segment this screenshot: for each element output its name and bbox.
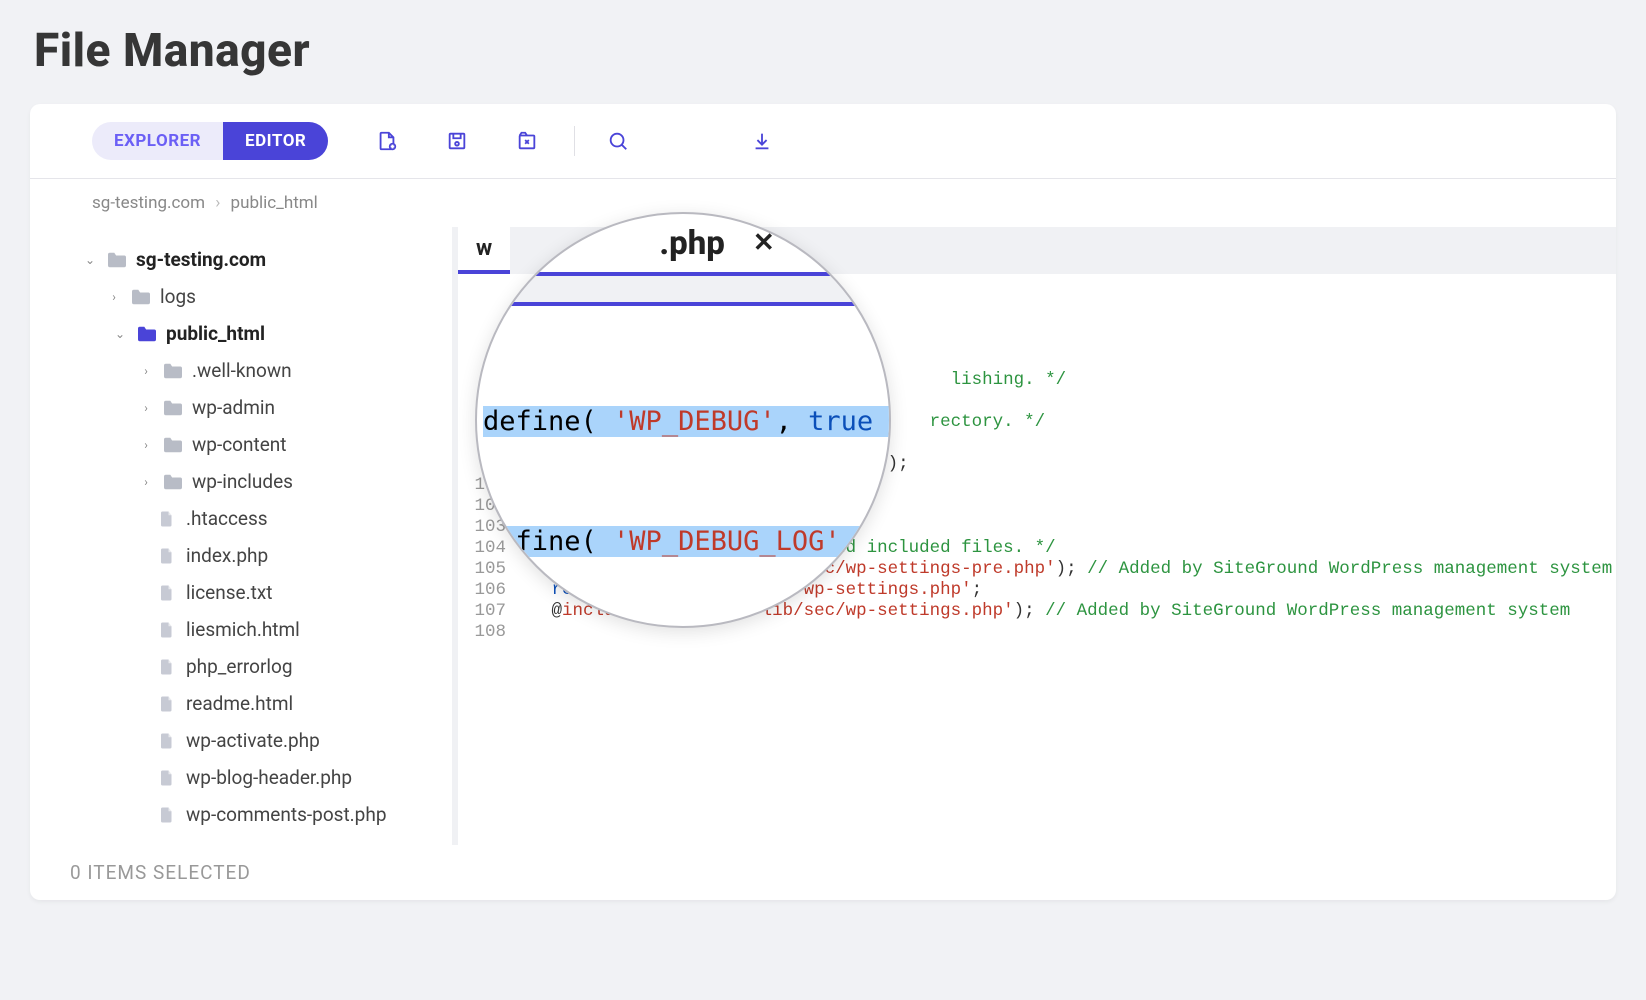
tree-label: index.php (186, 544, 268, 567)
file-icon (156, 732, 178, 750)
chevron-right-icon: › (138, 475, 154, 489)
breadcrumb-root[interactable]: sg-testing.com (92, 193, 205, 213)
folder-icon (162, 436, 184, 454)
tree-file[interactable]: wp-comments-post.php (38, 796, 452, 833)
chevron-right-icon: › (138, 364, 154, 378)
tree-file[interactable]: liesmich.html (38, 611, 452, 648)
tree-file[interactable]: index.php (38, 537, 452, 574)
tree-folder[interactable]: › wp-admin (38, 389, 452, 426)
tree-label: liesmich.html (186, 618, 300, 641)
folder-icon (162, 362, 184, 380)
file-tab[interactable]: w (458, 227, 510, 274)
breadcrumb-sep: › (215, 193, 220, 213)
download-icon[interactable] (751, 130, 773, 152)
magnified-prefix: w (489, 275, 507, 303)
tree-root[interactable]: ⌄ sg-testing.com (38, 241, 452, 278)
tree-folder[interactable]: › wp-content (38, 426, 452, 463)
file-icon (156, 621, 178, 639)
folder-icon (162, 399, 184, 417)
tree-folder[interactable]: › .well-known (38, 352, 452, 389)
magnified-gutter: 10 (483, 528, 502, 549)
magnifier-overlay: .php ✕ w define( 'WP_DEBUG', true ); def… (475, 212, 891, 628)
close-file-icon[interactable] (516, 130, 538, 152)
tree-label: wp-content (192, 433, 286, 456)
folder-icon (162, 473, 184, 491)
tree-file[interactable]: readme.html (38, 685, 452, 722)
status-bar: 0 ITEMS SELECTED (30, 845, 1616, 900)
chevron-right-icon: › (138, 401, 154, 415)
tree-file[interactable]: .htaccess (38, 500, 452, 537)
file-icon (156, 510, 178, 528)
tree-label: logs (160, 285, 196, 308)
file-icon (156, 658, 178, 676)
chevron-down-icon: ⌄ (112, 327, 128, 341)
breadcrumb-path[interactable]: public_html (231, 193, 318, 213)
tree-label: license.txt (186, 581, 273, 604)
tree-folder-logs[interactable]: › logs (38, 278, 452, 315)
tree-label: wp-includes (192, 470, 293, 493)
editor-tab[interactable]: EDITOR (223, 122, 328, 160)
close-icon: ✕ (753, 228, 775, 258)
page-title: File Manager (0, 0, 1646, 104)
view-switcher: EXPLORER EDITOR (92, 122, 328, 160)
tree-label: .htaccess (186, 507, 268, 530)
magnified-tab: .php ✕ (527, 214, 891, 276)
magnified-code: define( 'WP_DEBUG', true ); define( 'WP_… (477, 322, 889, 628)
folder-icon (130, 288, 152, 306)
tree-label: sg-testing.com (136, 248, 266, 271)
tree-label: wp-activate.php (186, 729, 320, 752)
tab-label: w (476, 236, 492, 261)
tree-file[interactable]: license.txt (38, 574, 452, 611)
file-icon (156, 695, 178, 713)
tree-folder[interactable]: › wp-includes (38, 463, 452, 500)
file-icon (156, 769, 178, 787)
chevron-down-icon: ⌄ (82, 253, 98, 267)
search-icon[interactable] (607, 130, 629, 152)
save-icon[interactable] (446, 130, 468, 152)
tree-file[interactable]: php_errorlog (38, 648, 452, 685)
tree-file[interactable]: wp-blog-header.php (38, 759, 452, 796)
chevron-right-icon: › (106, 290, 122, 304)
tree-label: wp-comments-post.php (186, 803, 386, 826)
tree-folder-public-html[interactable]: ⌄ public_html (38, 315, 452, 352)
folder-icon (106, 251, 128, 269)
tree-label: wp-admin (192, 396, 275, 419)
new-file-icon[interactable] (376, 130, 398, 152)
file-icon (156, 584, 178, 602)
tree-label: public_html (166, 322, 265, 345)
tree-label: php_errorlog (186, 655, 293, 678)
tree-label: readme.html (186, 692, 293, 715)
tree-label: wp-blog-header.php (186, 766, 352, 789)
sidebar-tree: ⌄ sg-testing.com › logs ⌄ public_html ›.… (30, 227, 458, 845)
explorer-tab[interactable]: EXPLORER (92, 122, 223, 160)
toolbar: EXPLORER EDITOR (30, 104, 1616, 179)
file-icon (156, 806, 178, 824)
magnified-tab-label: .php (659, 224, 724, 263)
tree-file[interactable]: wp-activate.php (38, 722, 452, 759)
file-manager-panel: EXPLORER EDITOR sg-testing.com › public_… (30, 104, 1616, 900)
file-icon (156, 547, 178, 565)
tree-label: .well-known (192, 359, 292, 382)
chevron-right-icon: › (138, 438, 154, 452)
folder-icon (136, 325, 158, 343)
